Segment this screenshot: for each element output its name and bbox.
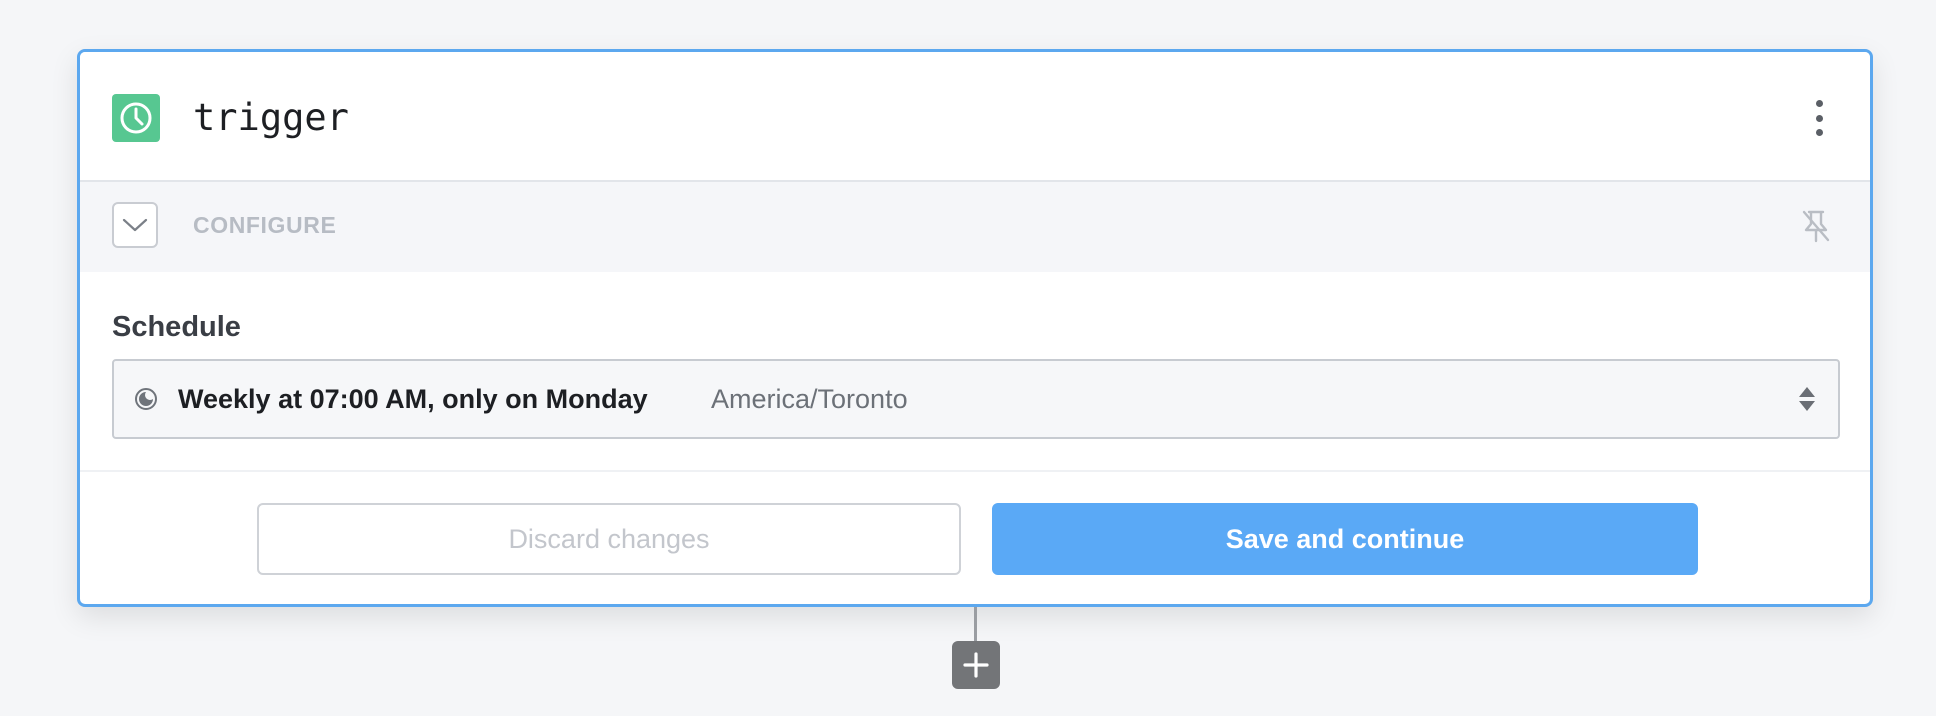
configure-section-header[interactable]: CONFIGURE: [80, 182, 1870, 272]
trigger-step-card: trigger CONFIGURE Schedule Weekly at 07:…: [77, 49, 1873, 607]
chevron-down-icon: [122, 218, 148, 232]
discard-changes-button[interactable]: Discard changes: [257, 503, 961, 575]
divider: [80, 470, 1870, 472]
schedule-value: Weekly at 07:00 AM, only on Monday: [178, 384, 648, 414]
configure-label: CONFIGURE: [193, 212, 337, 238]
sort-arrows-icon: [1799, 387, 1815, 411]
add-step-button[interactable]: [952, 641, 1000, 689]
collapse-button[interactable]: [112, 202, 158, 248]
step-title[interactable]: trigger: [193, 94, 349, 142]
step-connector: [974, 607, 977, 641]
clock-icon: [112, 94, 160, 142]
schedule-select[interactable]: Weekly at 07:00 AM, only on Monday Ameri…: [112, 359, 1840, 439]
schedule-label: Schedule: [112, 311, 241, 343]
plus-icon: [963, 652, 989, 678]
step-header: trigger: [80, 52, 1870, 182]
schedule-moon-icon: [135, 388, 157, 410]
save-and-continue-button[interactable]: Save and continue: [992, 503, 1698, 575]
schedule-timezone: America/Toronto: [711, 384, 908, 414]
pin-off-icon[interactable]: [1796, 206, 1836, 246]
more-vertical-icon[interactable]: [1810, 100, 1828, 136]
